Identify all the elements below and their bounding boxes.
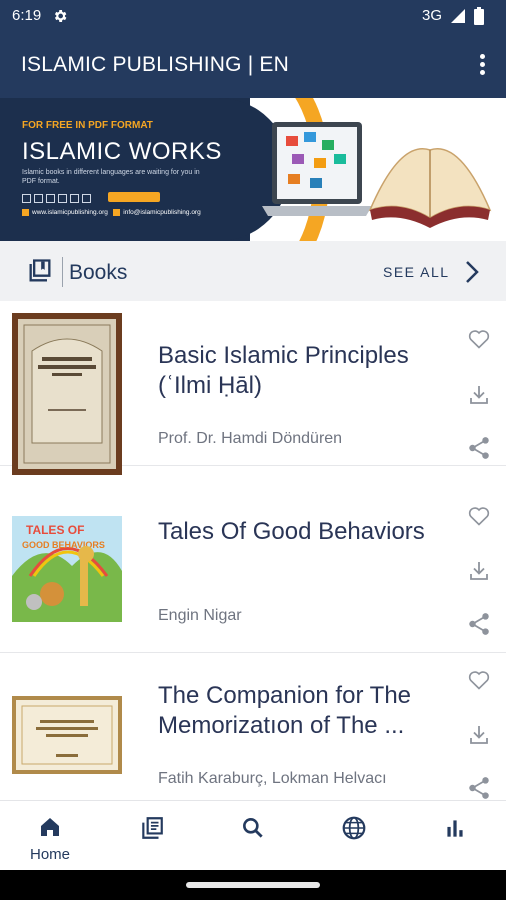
book-author: Fatih Karaburç, Lokman Helvacı — [158, 770, 387, 787]
network-type: 3G — [421, 7, 442, 24]
open-book-illustration — [368, 148, 492, 228]
favorite-icon[interactable] — [466, 668, 492, 692]
battery-icon — [474, 7, 484, 30]
banner-eyebrow: FOR FREE IN PDF FORMAT — [22, 120, 153, 131]
tab-stats[interactable] — [410, 801, 500, 871]
app-header: 6:19 3G ISLAMIC PUBLISHING | EN — [0, 0, 506, 98]
download-icon[interactable] — [466, 383, 492, 407]
banner-format-icons — [22, 190, 94, 208]
home-icon — [41, 818, 59, 836]
favorite-icon[interactable] — [466, 504, 492, 528]
book-author: Engin Nigar — [158, 607, 242, 624]
banner-description: Islamic books in different languages are… — [22, 169, 200, 185]
search-icon — [243, 818, 263, 838]
signal-icon — [450, 8, 466, 29]
chevron-right-icon[interactable] — [462, 259, 482, 285]
bar-chart-icon — [447, 820, 463, 837]
library-icon — [142, 817, 163, 839]
book-item[interactable]: The Companion for The Memorizatıon of The… — [0, 653, 506, 803]
svg-text:TALES OF: TALES OF — [26, 523, 84, 537]
tab-library[interactable] — [107, 801, 197, 871]
book-title: Basic Islamic Principles (ʿIlmi Ḥāl) — [158, 342, 409, 399]
book-cover — [12, 696, 122, 774]
book-title: Tales Of Good Behaviors — [158, 518, 425, 545]
share-icon[interactable] — [466, 611, 492, 637]
books-section-header: Books SEE ALL — [0, 241, 506, 301]
banner-headline: ISLAMIC WORKS — [22, 138, 222, 165]
bottom-navigation: Home — [0, 800, 506, 870]
tab-language[interactable] — [309, 801, 399, 871]
download-icon[interactable] — [466, 723, 492, 747]
download-icon[interactable] — [466, 559, 492, 583]
book-cover: TALES OF GOOD BEHAVIORS — [12, 516, 122, 622]
book-item[interactable]: Basic Islamic Principles (ʿIlmi Ḥāl) Pro… — [0, 301, 506, 475]
gear-icon — [52, 8, 68, 29]
library-books-icon — [29, 259, 51, 282]
book-item[interactable]: TALES OF GOOD BEHAVIORS Tales Of Good Be… — [0, 488, 506, 653]
banner-website: www.islamicpublishing.org — [32, 209, 108, 217]
book-author: Prof. Dr. Hamdi Döndüren — [158, 430, 343, 447]
book-cover — [12, 313, 122, 475]
app-title: ISLAMIC PUBLISHING | EN — [21, 53, 289, 76]
tab-home-label: Home — [29, 846, 70, 863]
more-vert-icon[interactable] — [476, 52, 488, 78]
favorite-icon[interactable] — [466, 327, 492, 351]
share-icon[interactable] — [466, 775, 492, 801]
globe-icon — [342, 816, 366, 840]
tab-search[interactable] — [208, 801, 298, 871]
book-title: The Companion for The Memorizatıon of The… — [158, 682, 412, 739]
status-time: 6:19 — [12, 7, 42, 24]
system-nav-bar — [0, 870, 506, 900]
banner-links: www.islamicpublishing.org info@islamicpu… — [22, 209, 201, 216]
home-gesture-handle[interactable] — [186, 882, 320, 888]
banner-button — [108, 192, 160, 202]
tab-home[interactable]: Home — [5, 801, 95, 871]
section-title: Books — [69, 261, 128, 284]
promo-banner[interactable]: FOR FREE IN PDF FORMAT ISLAMIC WORKS Isl… — [0, 98, 506, 241]
svg-text:GOOD BEHAVIORS: GOOD BEHAVIORS — [22, 540, 105, 550]
share-icon[interactable] — [466, 435, 492, 461]
banner-email: info@islamicpublishing.org — [123, 209, 201, 217]
see-all-button[interactable]: SEE ALL — [383, 264, 450, 280]
status-bar: 6:19 3G — [0, 0, 506, 32]
